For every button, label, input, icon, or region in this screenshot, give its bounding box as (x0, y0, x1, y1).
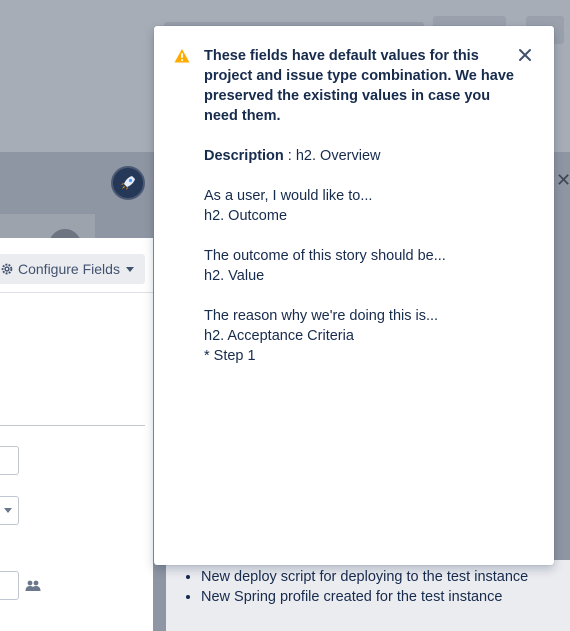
people-icon[interactable] (25, 580, 41, 592)
divider (0, 292, 153, 293)
default-values-flag: These fields have default values for thi… (154, 26, 554, 565)
text-field[interactable] (0, 446, 19, 475)
description-separator: : (283, 148, 296, 164)
flag-body: Description : h2. Overview As a user, I … (204, 146, 514, 366)
close-icon[interactable] (516, 46, 534, 64)
warning-icon (174, 49, 190, 63)
description-list: New deploy script for deploying to the t… (184, 567, 570, 607)
dialog-close-icon[interactable]: ✕ (556, 170, 570, 190)
chevron-down-icon (4, 508, 12, 513)
configure-fields-button[interactable]: Configure Fields (0, 254, 145, 284)
list-item: New Spring profile created for the test … (201, 587, 570, 607)
chevron-down-icon (125, 266, 134, 272)
gear-icon (1, 263, 13, 275)
description-label: Description (204, 148, 284, 164)
flag-title: These fields have default values for thi… (204, 48, 514, 124)
flag-content: These fields have default values for thi… (204, 46, 514, 366)
rocket-icon (121, 176, 135, 190)
edit-form-panel (0, 238, 153, 631)
configure-fields-label: Configure Fields (18, 261, 120, 277)
list-item: New deploy script for deploying to the t… (201, 567, 570, 587)
user-picker-field[interactable] (0, 571, 19, 600)
description-value: h2. Overview As a user, I would like to.… (204, 148, 446, 364)
divider (0, 425, 145, 426)
project-avatar (111, 166, 145, 200)
